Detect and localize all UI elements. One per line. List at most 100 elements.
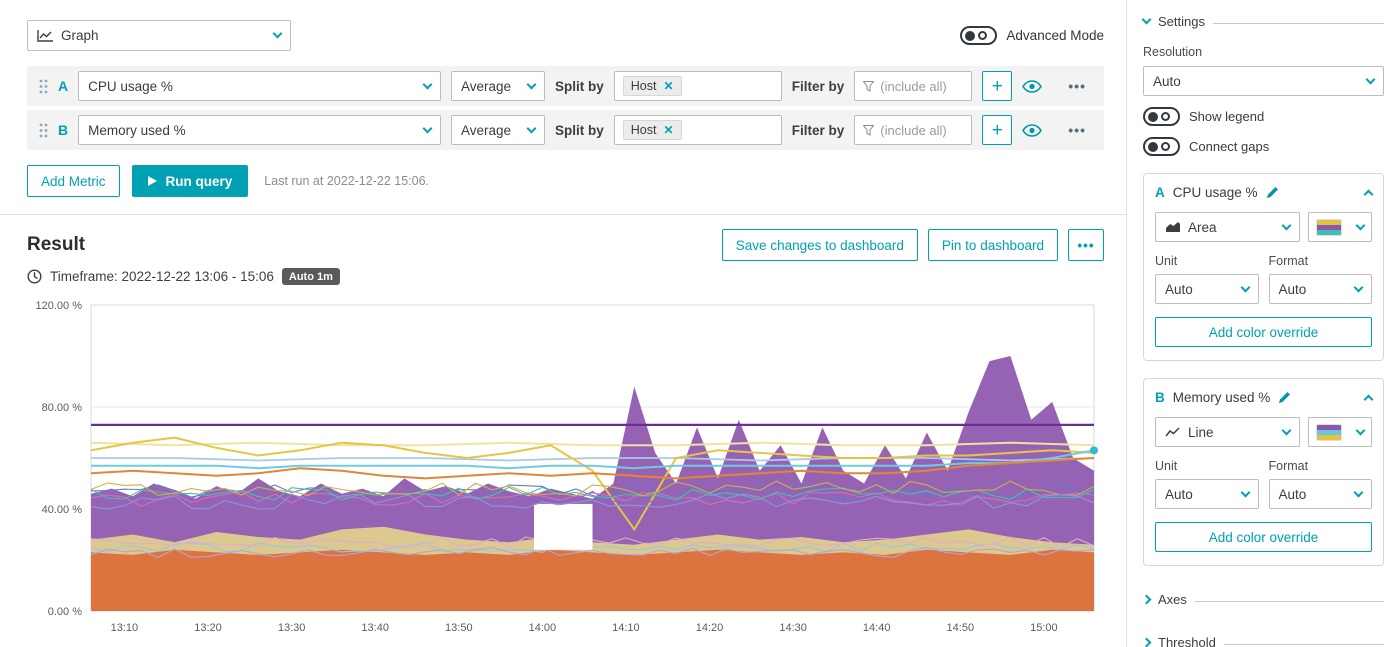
series-name: CPU usage % [1173,185,1258,200]
color-palette-select[interactable] [1308,212,1372,242]
svg-text:13:30: 13:30 [278,622,306,634]
visualization-type-value: Area [1188,220,1217,235]
settings-title: Settings [1158,14,1205,29]
unit-label: Unit [1155,254,1259,268]
metric-select[interactable]: CPU usage % [78,71,441,101]
filter-by-input[interactable]: (include all) [854,71,972,101]
split-by-input[interactable]: Host ✕ [614,71,782,101]
aggregation-select[interactable]: Average [451,115,545,145]
show-legend-label: Show legend [1189,109,1264,124]
drag-handle-icon[interactable] [39,79,48,94]
split-chip-host[interactable]: Host ✕ [623,120,682,140]
edit-icon[interactable] [1266,186,1279,199]
filter-by-input[interactable]: (include all) [854,115,972,145]
row-more-button[interactable]: ••• [1068,122,1086,138]
axes-section-header[interactable]: Axes [1143,592,1384,607]
unit-format-grid: Unit Auto Format Auto [1155,242,1372,304]
advanced-mode-label: Advanced Mode [1006,28,1104,43]
svg-text:15:00: 15:00 [1030,622,1058,634]
eye-icon[interactable] [1022,80,1042,93]
svg-text:40.00 %: 40.00 % [42,504,83,516]
chip-remove-icon[interactable]: ✕ [663,123,673,137]
run-query-button[interactable]: Run query [132,165,249,197]
resolution-select[interactable]: Auto [1143,66,1384,96]
edit-icon[interactable] [1278,391,1291,404]
add-metric-button[interactable]: Add Metric [27,165,120,197]
chevron-down-icon [1356,220,1366,230]
chip-remove-icon[interactable]: ✕ [663,79,673,93]
split-chip-host[interactable]: Host ✕ [623,76,682,96]
section-rule [1213,23,1384,24]
query-panel: Graph Advanced Mode A CPU usage % Averag… [0,0,1126,647]
svg-text:13:20: 13:20 [194,622,222,634]
chevron-down-icon [527,123,537,133]
add-color-override-button[interactable]: Add color override [1155,317,1372,347]
format-select[interactable]: Auto [1269,479,1373,509]
unit-select-value: Auto [1165,282,1193,297]
chevron-down-icon [1354,282,1364,292]
show-legend-toggle[interactable] [1143,107,1180,126]
row-more-button[interactable]: ••• [1068,78,1086,94]
graph-icon [37,29,54,42]
section-rule [1224,644,1384,645]
eye-icon[interactable] [1022,124,1042,137]
svg-text:14:00: 14:00 [529,622,557,634]
add-dimension-button[interactable]: + [982,71,1012,101]
add-dimension-button[interactable]: + [982,115,1012,145]
metric-select-value: Memory used % [88,123,186,138]
unit-select[interactable]: Auto [1155,274,1259,304]
svg-text:14:40: 14:40 [863,622,891,634]
filter-icon [863,81,874,92]
add-color-override-button[interactable]: Add color override [1155,522,1372,552]
chevron-up-icon[interactable] [1364,395,1374,405]
metric-select[interactable]: Memory used % [78,115,441,145]
unit-label: Unit [1155,459,1259,473]
format-label: Format [1269,254,1373,268]
series-card-b: B Memory used % Line [1143,378,1384,566]
result-header: Result Save changes to dashboard Pin to … [27,229,1104,261]
filter-by-label: Filter by [792,123,845,138]
visualization-type-select[interactable]: Area [1155,212,1300,242]
chevron-down-icon [1282,425,1292,435]
chevron-down-icon [1356,425,1366,435]
chevron-up-icon[interactable] [1364,190,1374,200]
format-select[interactable]: Auto [1269,274,1373,304]
last-run-text: Last run at 2022-12-22 15:06. [264,174,429,188]
visualization-select[interactable]: Graph [27,20,291,51]
resolution-badge: Auto 1m [282,268,340,285]
threshold-section-header[interactable]: Threshold [1143,635,1384,647]
drag-handle-icon[interactable] [39,123,48,138]
settings-section-header[interactable]: Settings [1143,14,1384,29]
resolution-select-value: Auto [1153,74,1181,89]
section-rule [1195,601,1384,602]
visualization-type-select[interactable]: Line [1155,417,1300,447]
advanced-mode-toggle[interactable] [960,26,997,45]
connect-gaps-toggle[interactable] [1143,137,1180,156]
unit-select[interactable]: Auto [1155,479,1259,509]
color-palette-select[interactable] [1308,417,1372,447]
format-select-value: Auto [1279,282,1307,297]
series-card-a: A CPU usage % Area [1143,173,1384,361]
save-to-dashboard-button[interactable]: Save changes to dashboard [722,229,918,261]
threshold-title: Threshold [1158,635,1216,647]
split-by-input[interactable]: Host ✕ [614,115,782,145]
svg-text:14:20: 14:20 [696,622,724,634]
result-chart: 0.00 %40.00 %80.00 %120.00 %13:1013:2013… [27,295,1104,643]
svg-text:13:40: 13:40 [361,622,389,634]
series-card-header: A CPU usage % [1155,185,1372,200]
format-select-value: Auto [1279,487,1307,502]
section-divider [0,214,1126,215]
chevron-down-icon [1366,74,1376,84]
chevron-down-icon [1354,487,1364,497]
aggregation-select[interactable]: Average [451,71,545,101]
viz-row: Line [1155,417,1372,447]
play-icon [148,176,157,186]
svg-text:13:10: 13:10 [111,622,139,634]
series-letter: A [1155,185,1165,200]
unit-select-value: Auto [1165,487,1193,502]
timeframe-text: Timeframe: 2022-12-22 13:06 - 15:06 [50,269,274,284]
result-more-button[interactable]: ••• [1068,229,1104,261]
run-query-label: Run query [166,174,233,189]
split-by-label: Split by [555,79,604,94]
pin-to-dashboard-button[interactable]: Pin to dashboard [928,229,1058,261]
